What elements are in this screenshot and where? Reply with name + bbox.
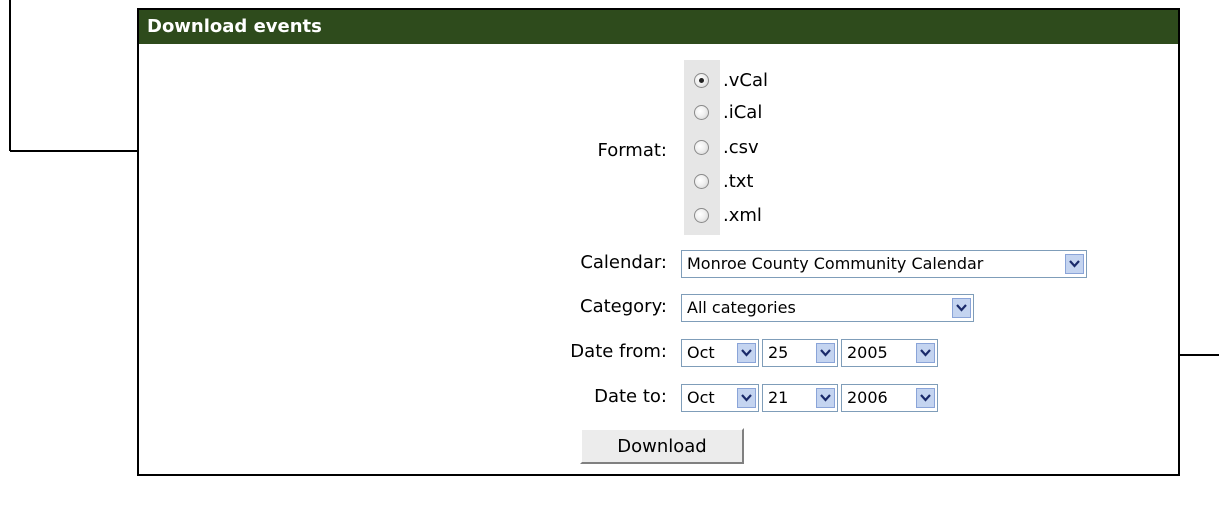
calendar-select-value: Monroe County Community Calendar [687, 254, 984, 273]
format-option-label: .xml [723, 205, 762, 226]
date-from-label: Date from: [570, 341, 667, 362]
year-value: 2005 [847, 343, 888, 362]
format-option-label: .csv [723, 137, 759, 158]
category-select-value: All categories [687, 298, 796, 317]
chevron-down-icon[interactable] [816, 343, 835, 363]
radio-button[interactable] [694, 105, 709, 120]
chevron-down-icon[interactable] [916, 388, 935, 408]
radio-button[interactable] [694, 73, 709, 88]
chevron-down-icon[interactable] [737, 343, 756, 363]
calendar-select[interactable]: Monroe County Community Calendar [681, 250, 1087, 278]
year-value: 2006 [847, 388, 888, 407]
month-value: Oct [687, 343, 715, 362]
date-to-year-select[interactable]: 2006 [841, 384, 938, 412]
download-events-panel: Download events Format: .vCal .iCal .csv… [137, 8, 1180, 476]
radio-button[interactable] [694, 140, 709, 155]
date-from-month-select[interactable]: Oct [681, 339, 759, 367]
radio-button[interactable] [694, 174, 709, 189]
chevron-down-icon[interactable] [737, 388, 756, 408]
format-option-label: .vCal [723, 70, 768, 91]
day-value: 25 [768, 343, 789, 362]
date-to-month-select[interactable]: Oct [681, 384, 759, 412]
calendar-label: Calendar: [580, 252, 667, 273]
category-select[interactable]: All categories [681, 294, 974, 322]
chevron-down-icon[interactable] [952, 298, 971, 318]
panel-title: Download events [139, 10, 1178, 44]
format-option-label: .iCal [723, 102, 763, 123]
date-to-label: Date to: [594, 386, 667, 407]
format-label: Format: [597, 140, 668, 161]
radio-button[interactable] [694, 208, 709, 223]
format-option-label: .txt [723, 171, 754, 192]
day-value: 21 [768, 388, 789, 407]
category-label: Category: [580, 296, 667, 317]
month-value: Oct [687, 388, 715, 407]
download-button[interactable]: Download [580, 428, 744, 464]
chevron-down-icon[interactable] [816, 388, 835, 408]
chevron-down-icon[interactable] [1065, 254, 1084, 274]
date-to-day-select[interactable]: 21 [762, 384, 838, 412]
date-from-day-select[interactable]: 25 [762, 339, 838, 367]
chevron-down-icon[interactable] [916, 343, 935, 363]
date-from-year-select[interactable]: 2005 [841, 339, 938, 367]
